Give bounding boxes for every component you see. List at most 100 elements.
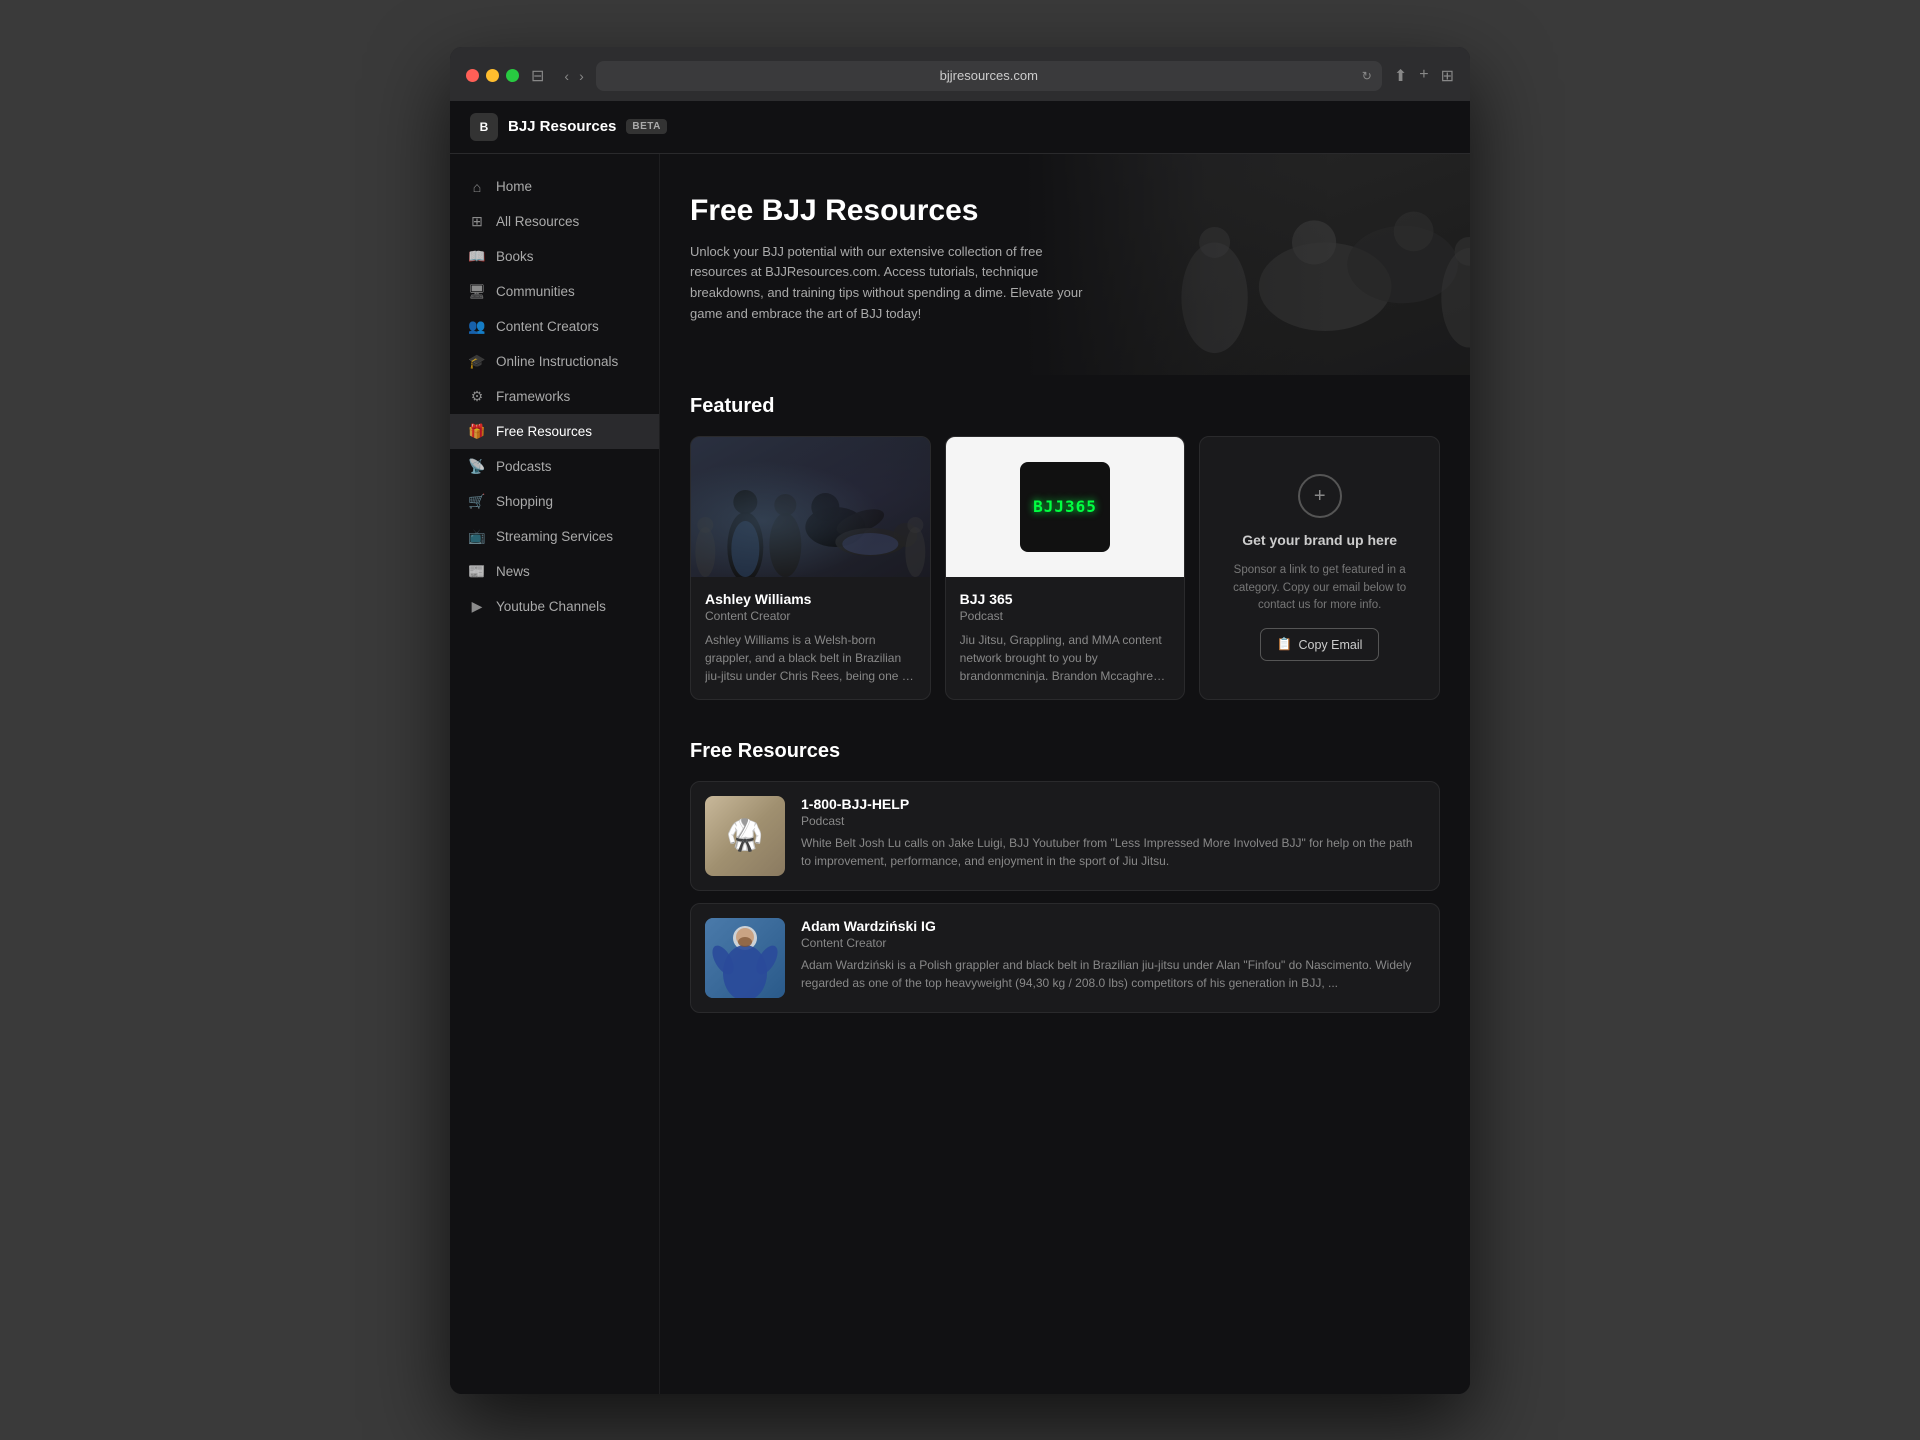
- ashley-image-svg: [691, 437, 930, 577]
- ashley-williams-name: Ashley Williams: [705, 591, 916, 607]
- minimize-button[interactable]: [486, 69, 499, 82]
- ashley-williams-type: Content Creator: [705, 609, 916, 623]
- featured-title: Featured: [690, 395, 1440, 418]
- logo-text: B: [480, 120, 489, 134]
- back-button[interactable]: ‹: [564, 68, 569, 84]
- app-header: B BJJ Resources BETA: [450, 101, 1470, 154]
- sidebar-item-content-creators[interactable]: 👥 Content Creators: [450, 309, 659, 344]
- browser-controls: ‹ ›: [564, 68, 583, 84]
- app-title: BJJ Resources: [508, 118, 616, 135]
- adam-image: [705, 918, 785, 998]
- sidebar-label-online-instructionals: Online Instructionals: [496, 354, 618, 369]
- podcasts-icon: 📡: [468, 458, 486, 475]
- bjj365-image: BJJ365: [946, 437, 1185, 577]
- featured-section: Featured: [660, 375, 1470, 720]
- content-creators-icon: 👥: [468, 318, 486, 335]
- sidebar-item-streaming-services[interactable]: 📺 Streaming Services: [450, 519, 659, 554]
- sidebar-label-news: News: [496, 564, 530, 579]
- card-bjj365[interactable]: BJJ365 BJJ 365 Podcast Jiu Jitsu, Grappl…: [945, 436, 1186, 700]
- grid-icon[interactable]: ⊞: [1441, 66, 1454, 86]
- featured-grid: Ashley Williams Content Creator Ashley W…: [690, 436, 1440, 700]
- card-ashley-williams[interactable]: Ashley Williams Content Creator Ashley W…: [690, 436, 931, 700]
- frameworks-icon: ⚙: [468, 388, 486, 405]
- copy-icon: 📋: [1277, 637, 1293, 652]
- browser-window: ⊟ ‹ › bjjresources.com ↻ ⬆ + ⊞ B BJJ Res…: [450, 47, 1470, 1394]
- resource-1800-name: 1-800-BJJ-HELP: [801, 796, 1425, 812]
- youtube-icon: ▶: [468, 598, 486, 615]
- close-button[interactable]: [466, 69, 479, 82]
- browser-actions: ⬆ + ⊞: [1394, 66, 1454, 86]
- sidebar-item-youtube-channels[interactable]: ▶ Youtube Channels: [450, 589, 659, 624]
- refresh-icon[interactable]: ↻: [1362, 69, 1372, 83]
- sidebar-item-podcasts[interactable]: 📡 Podcasts: [450, 449, 659, 484]
- bjj365-logo-text: BJJ365: [1033, 497, 1097, 516]
- plus-symbol: +: [1314, 485, 1326, 508]
- streaming-services-icon: 📺: [468, 528, 486, 545]
- free-resources-icon: 🎁: [468, 423, 486, 440]
- copy-email-button[interactable]: 📋 Copy Email: [1260, 628, 1380, 661]
- sidebar-item-online-instructionals[interactable]: 🎓 Online Instructionals: [450, 344, 659, 379]
- resource-card-adam[interactable]: Adam Wardziński IG Content Creator Adam …: [690, 903, 1440, 1013]
- resource-adam-type: Content Creator: [801, 936, 1425, 950]
- forward-button[interactable]: ›: [579, 68, 584, 84]
- bjj365-desc: Jiu Jitsu, Grappling, and MMA content ne…: [960, 631, 1171, 685]
- sidebar-item-books[interactable]: 📖 Books: [450, 239, 659, 274]
- free-resources-section: Free Resources 1-800-BJJ-HELP Podcast Wh…: [660, 720, 1470, 1033]
- sponsor-plus-icon: +: [1298, 474, 1342, 518]
- sidebar-label-free-resources: Free Resources: [496, 424, 592, 439]
- address-bar[interactable]: bjjresources.com ↻: [596, 61, 1382, 91]
- sidebar-label-shopping: Shopping: [496, 494, 553, 509]
- ashley-williams-body: Ashley Williams Content Creator Ashley W…: [691, 577, 930, 699]
- resource-adam-content: Adam Wardziński IG Content Creator Adam …: [801, 918, 1425, 992]
- bjj365-type: Podcast: [960, 609, 1171, 623]
- hero-title: Free BJJ Resources: [690, 194, 1103, 228]
- resources-list: 1-800-BJJ-HELP Podcast White Belt Josh L…: [690, 781, 1440, 1013]
- sidebar-label-youtube-channels: Youtube Channels: [496, 599, 606, 614]
- sidebar-label-all-resources: All Resources: [496, 214, 579, 229]
- sidebar-item-news[interactable]: 📰 News: [450, 554, 659, 589]
- sidebar-item-frameworks[interactable]: ⚙ Frameworks: [450, 379, 659, 414]
- communities-icon: 🖥: [468, 283, 486, 300]
- ashley-williams-desc: Ashley Williams is a Welsh-born grappler…: [705, 631, 916, 685]
- hero-section: Free BJJ Resources Unlock your BJJ poten…: [660, 154, 1470, 375]
- sidebar-item-communities[interactable]: 🖥 Communities: [450, 274, 659, 309]
- books-icon: 📖: [468, 248, 486, 265]
- resource-adam-name: Adam Wardziński IG: [801, 918, 1425, 934]
- adam-svg: [705, 918, 785, 998]
- sponsor-card: + Get your brand up here Sponsor a link …: [1199, 436, 1440, 700]
- bjj365-logo: BJJ365: [1020, 462, 1110, 552]
- copy-email-label: Copy Email: [1298, 638, 1362, 652]
- sidebar-label-books: Books: [496, 249, 534, 264]
- news-icon: 📰: [468, 563, 486, 580]
- sidebar-item-all-resources[interactable]: ⊞ All Resources: [450, 204, 659, 239]
- traffic-lights: [466, 69, 519, 82]
- sponsor-title: Get your brand up here: [1242, 532, 1397, 548]
- free-resources-title: Free Resources: [690, 740, 1440, 763]
- sidebar-label-communities: Communities: [496, 284, 575, 299]
- share-icon[interactable]: ⬆: [1394, 66, 1407, 86]
- resource-1800-type: Podcast: [801, 814, 1425, 828]
- resource-1800-content: 1-800-BJJ-HELP Podcast White Belt Josh L…: [801, 796, 1425, 870]
- resource-1800-desc: White Belt Josh Lu calls on Jake Luigi, …: [801, 834, 1425, 870]
- maximize-button[interactable]: [506, 69, 519, 82]
- content-area: Free BJJ Resources Unlock your BJJ poten…: [660, 154, 1470, 1394]
- online-instructionals-icon: 🎓: [468, 353, 486, 370]
- shopping-icon: 🛒: [468, 493, 486, 510]
- sidebar-item-home[interactable]: ⌂ Home: [450, 170, 659, 204]
- sidebar-label-frameworks: Frameworks: [496, 389, 570, 404]
- resource-card-1800bjjhelp[interactable]: 1-800-BJJ-HELP Podcast White Belt Josh L…: [690, 781, 1440, 891]
- podcast-image: [705, 796, 785, 876]
- app-logo: B: [470, 113, 498, 141]
- sidebar-label-podcasts: Podcasts: [496, 459, 552, 474]
- sidebar: ⌂ Home ⊞ All Resources 📖 Books 🖥 Communi…: [450, 154, 660, 1394]
- sponsor-description: Sponsor a link to get featured in a cate…: [1220, 562, 1419, 614]
- ashley-williams-image: [691, 437, 930, 577]
- beta-badge: BETA: [626, 119, 666, 134]
- sidebar-item-shopping[interactable]: 🛒 Shopping: [450, 484, 659, 519]
- sidebar-label-content-creators: Content Creators: [496, 319, 599, 334]
- new-tab-icon[interactable]: +: [1419, 66, 1428, 86]
- browser-chrome: ⊟ ‹ › bjjresources.com ↻ ⬆ + ⊞: [450, 47, 1470, 101]
- sidebar-toggle[interactable]: ⊟: [531, 66, 544, 86]
- sidebar-item-free-resources[interactable]: 🎁 Free Resources: [450, 414, 659, 449]
- home-icon: ⌂: [468, 179, 486, 195]
